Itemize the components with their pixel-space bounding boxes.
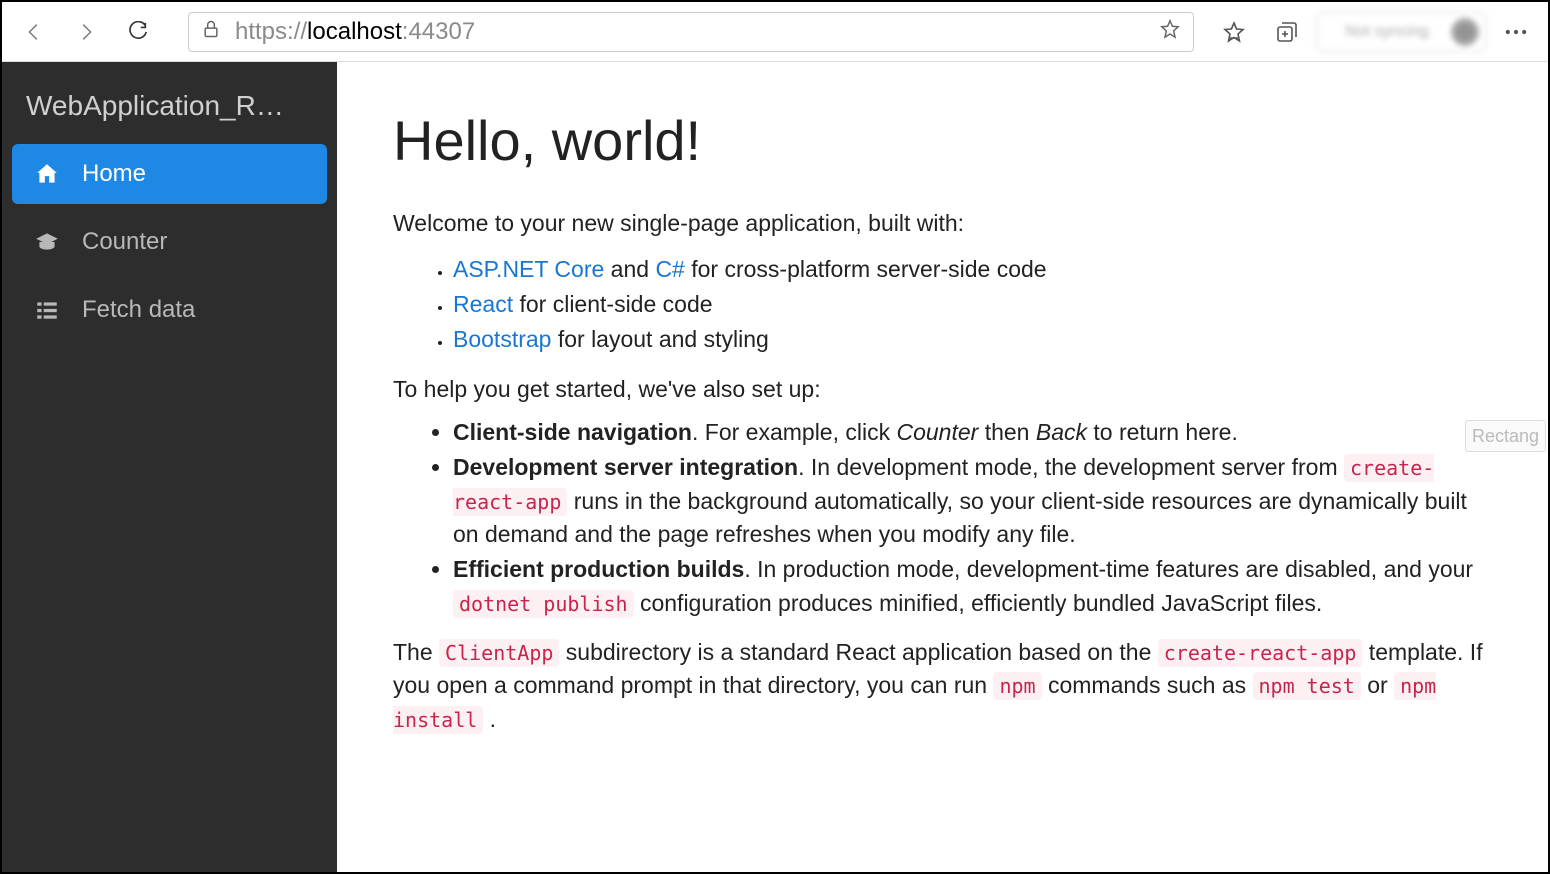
forward-button[interactable] [64,10,108,54]
closing-text: The ClientApp subdirectory is a standard… [393,636,1492,736]
list-item: Bootstrap for layout and styling [453,323,1492,356]
link-csharp[interactable]: C# [655,256,684,282]
home-icon [34,161,60,187]
app-title: WebApplication_R… [2,72,337,144]
profile-button[interactable]: Not syncing [1316,12,1486,52]
list-item: Client-side navigation. For example, cli… [453,416,1492,449]
rectangle-overlay: Rectang [1465,420,1546,452]
sidebar-item-label: Home [82,160,146,188]
link-aspnet-core[interactable]: ASP.NET Core [453,256,604,282]
code-create-react-app: create-react-app [1158,639,1363,667]
url-text: https://localhost:44307 [235,18,1145,46]
profile-label: Not syncing [1323,23,1451,41]
list-item: React for client-side code [453,288,1492,321]
favorites-button[interactable] [1212,10,1256,54]
sidebar: WebApplication_R… Home Counter Fetch dat… [2,62,337,872]
setup-intro: To help you get started, we've also set … [393,373,1492,406]
address-bar[interactable]: https://localhost:44307 [188,12,1194,52]
avatar-icon [1451,18,1479,46]
list-icon [34,297,60,323]
setup-list: Client-side navigation. For example, cli… [453,416,1492,620]
browser-toolbar: https://localhost:44307 Not syncing [2,2,1548,62]
feature-list: ASP.NET Core and C# for cross-platform s… [453,253,1492,357]
list-item: ASP.NET Core and C# for cross-platform s… [453,253,1492,286]
link-bootstrap[interactable]: Bootstrap [453,326,551,352]
graduation-cap-icon [34,229,60,255]
code-npm: npm [993,672,1041,700]
star-outline-icon[interactable] [1159,18,1181,45]
more-button[interactable] [1494,10,1538,54]
sidebar-item-fetch-data[interactable]: Fetch data [12,280,327,340]
intro-text: Welcome to your new single-page applicat… [393,207,1492,240]
code-dotnet-publish: dotnet publish [453,590,634,618]
sidebar-item-counter[interactable]: Counter [12,212,327,272]
main-content: Hello, world! Welcome to your new single… [337,62,1548,872]
code-npm-test: npm test [1253,672,1361,700]
code-clientapp: ClientApp [439,639,559,667]
collections-button[interactable] [1264,10,1308,54]
sidebar-item-home[interactable]: Home [12,144,327,204]
page-title: Hello, world! [393,100,1492,181]
list-item: Development server integration. In devel… [453,451,1492,551]
refresh-button[interactable] [116,10,160,54]
sidebar-item-label: Counter [82,228,167,256]
sidebar-item-label: Fetch data [82,296,195,324]
link-react[interactable]: React [453,291,513,317]
list-item: Efficient production builds. In producti… [453,553,1492,620]
back-button[interactable] [12,10,56,54]
lock-icon [201,19,221,44]
